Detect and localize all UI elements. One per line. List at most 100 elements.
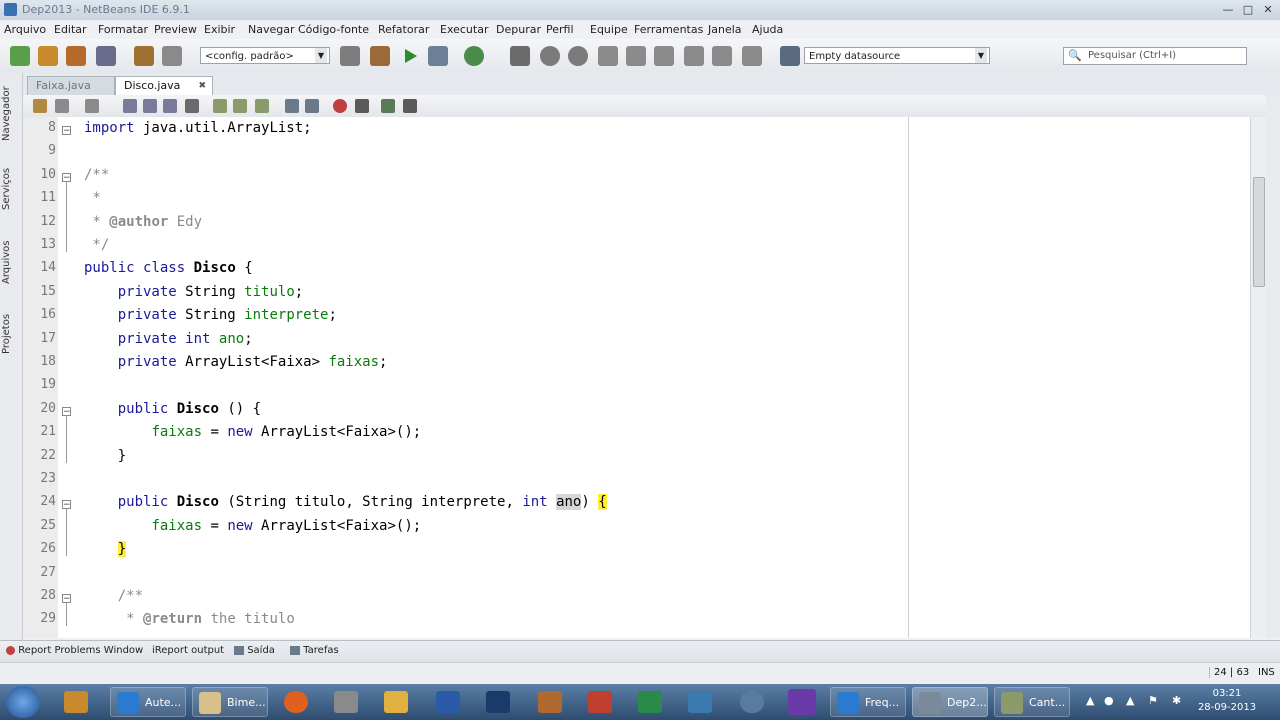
clean-build-icon[interactable] [370, 46, 390, 66]
fold-toggle-icon[interactable]: − [62, 500, 71, 510]
toggle-bookmark-icon[interactable] [255, 99, 269, 113]
step-over-icon[interactable] [598, 46, 618, 66]
shift-right-icon[interactable] [305, 99, 319, 113]
taskbar-item-cant[interactable]: Cant... [994, 687, 1070, 717]
taskbar-item-bime[interactable]: Bime... [192, 687, 268, 717]
fold-toggle-icon[interactable]: − [62, 594, 71, 604]
tab-disco-java[interactable]: Disco.java ✖ [115, 76, 213, 95]
editor-vertical-scrollbar[interactable] [1250, 117, 1267, 638]
datasource-combo[interactable]: Empty datasource ▼ [804, 47, 990, 64]
folder-icon[interactable] [64, 691, 88, 713]
chat-icon[interactable] [740, 691, 764, 713]
fold-toggle-icon[interactable]: − [62, 172, 71, 182]
save-all-icon[interactable] [96, 46, 116, 66]
diagram-icon[interactable] [638, 691, 662, 713]
config-combo[interactable]: <config. padrão> ▼ [200, 47, 330, 64]
close-button[interactable]: ✕ [1258, 2, 1278, 17]
volume-icon[interactable]: ● [1104, 694, 1114, 707]
menu-item-14[interactable]: Ajuda [752, 23, 783, 36]
taskbar-item-netbeans[interactable]: Dep2... [912, 687, 988, 717]
network-icon[interactable]: ▲ [1126, 694, 1134, 707]
scrollbar-thumb[interactable] [1253, 177, 1265, 287]
visio-icon[interactable] [688, 691, 712, 713]
menu-item-4[interactable]: Exibir [204, 23, 235, 36]
redo-icon[interactable] [162, 46, 182, 66]
comment-icon[interactable] [381, 99, 395, 113]
back-icon[interactable] [85, 99, 99, 113]
menu-item-8[interactable]: Executar [440, 23, 489, 36]
mail-icon[interactable] [384, 691, 408, 713]
find-previous-icon[interactable] [143, 99, 157, 113]
build-hammer-icon[interactable] [340, 46, 360, 66]
code-editor[interactable]: import java.util.ArrayList; /** * * @auth… [78, 117, 1250, 638]
previous-bookmark-icon[interactable] [213, 99, 227, 113]
tab-faixa-java[interactable]: Faixa.java [27, 76, 115, 95]
photoshop-icon[interactable] [486, 691, 510, 713]
tab-tarefas[interactable]: Tarefas [290, 645, 339, 656]
maximize-button[interactable]: □ [1238, 2, 1258, 17]
tray-expand-icon[interactable]: ▲ [1086, 694, 1094, 707]
fold-toggle-icon[interactable]: − [62, 406, 71, 416]
run-icon[interactable] [400, 46, 420, 66]
debug-icon[interactable] [428, 46, 448, 66]
bluetooth-icon[interactable]: ✱ [1172, 694, 1181, 707]
minimize-button[interactable]: — [1218, 2, 1238, 17]
tab-projetos[interactable]: Projetos [1, 303, 21, 365]
profile-icon[interactable] [464, 46, 484, 66]
apply-changes-icon[interactable] [712, 46, 732, 66]
take-snapshot-icon[interactable] [742, 46, 762, 66]
system-clock[interactable]: 03:21 28-09-2013 [1196, 687, 1258, 715]
shift-left-icon[interactable] [285, 99, 299, 113]
tab-navegador[interactable]: Navegador [1, 79, 21, 149]
menu-item-11[interactable]: Equipe [590, 23, 628, 36]
stop-icon[interactable] [510, 46, 530, 66]
word-icon[interactable] [436, 691, 460, 713]
start-macro-icon[interactable] [333, 99, 347, 113]
toggle-highlight-icon[interactable] [185, 99, 199, 113]
new-project-icon[interactable] [10, 46, 30, 66]
menu-item-1[interactable]: Editar [54, 23, 87, 36]
tab-servicos[interactable]: Serviços [1, 159, 21, 219]
menu-item-3[interactable]: Preview [154, 23, 197, 36]
menu-item-2[interactable]: Formatar [98, 23, 148, 36]
tab-ireport-output[interactable]: iReport output [152, 645, 224, 656]
find-icon[interactable] [123, 99, 137, 113]
run-to-cursor-icon[interactable] [684, 46, 704, 66]
menu-item-7[interactable]: Refatorar [378, 23, 429, 36]
taskbar-item-ie-1[interactable]: Aute... [110, 687, 186, 717]
next-bookmark-icon[interactable] [233, 99, 247, 113]
tab-saida[interactable]: Saída [234, 645, 275, 656]
find-next-icon[interactable] [163, 99, 177, 113]
close-tab-icon[interactable]: ✖ [198, 77, 206, 95]
visual-studio-icon[interactable] [788, 689, 816, 715]
menu-item-5[interactable]: Navegar [248, 23, 295, 36]
source-view-icon[interactable] [33, 99, 47, 113]
taskbar-item-ie-2[interactable]: Freq... [830, 687, 906, 717]
new-file-icon[interactable] [38, 46, 58, 66]
datasource-icon[interactable] [780, 46, 800, 66]
undo-icon[interactable] [134, 46, 154, 66]
menu-item-12[interactable]: Ferramentas [634, 23, 703, 36]
menu-item-9[interactable]: Depurar [496, 23, 541, 36]
tools-icon[interactable] [334, 691, 358, 713]
history-icon[interactable] [55, 99, 69, 113]
menu-item-6[interactable]: Código-fonte [298, 23, 369, 36]
fold-toggle-icon[interactable]: − [62, 126, 71, 136]
start-button[interactable] [6, 686, 40, 718]
menu-item-10[interactable]: Perfil [546, 23, 574, 36]
menu-item-13[interactable]: Janela [708, 23, 742, 36]
tab-arquivos[interactable]: Arquivos [1, 229, 21, 295]
firefox-icon[interactable] [284, 691, 308, 713]
search-input[interactable]: 🔍 Pesquisar (Ctrl+I) [1063, 47, 1247, 65]
flag-icon[interactable]: ⚑ [1148, 694, 1158, 707]
stop-macro-icon[interactable] [355, 99, 369, 113]
open-project-icon[interactable] [66, 46, 86, 66]
step-out-icon[interactable] [654, 46, 674, 66]
continue-icon[interactable] [568, 46, 588, 66]
paint-icon[interactable] [538, 691, 562, 713]
tab-report-problems[interactable]: Report Problems Window [6, 645, 143, 656]
menu-item-0[interactable]: Arquivo [4, 23, 46, 36]
step-into-icon[interactable] [626, 46, 646, 66]
pause-icon[interactable] [540, 46, 560, 66]
presentation-icon[interactable] [588, 691, 612, 713]
